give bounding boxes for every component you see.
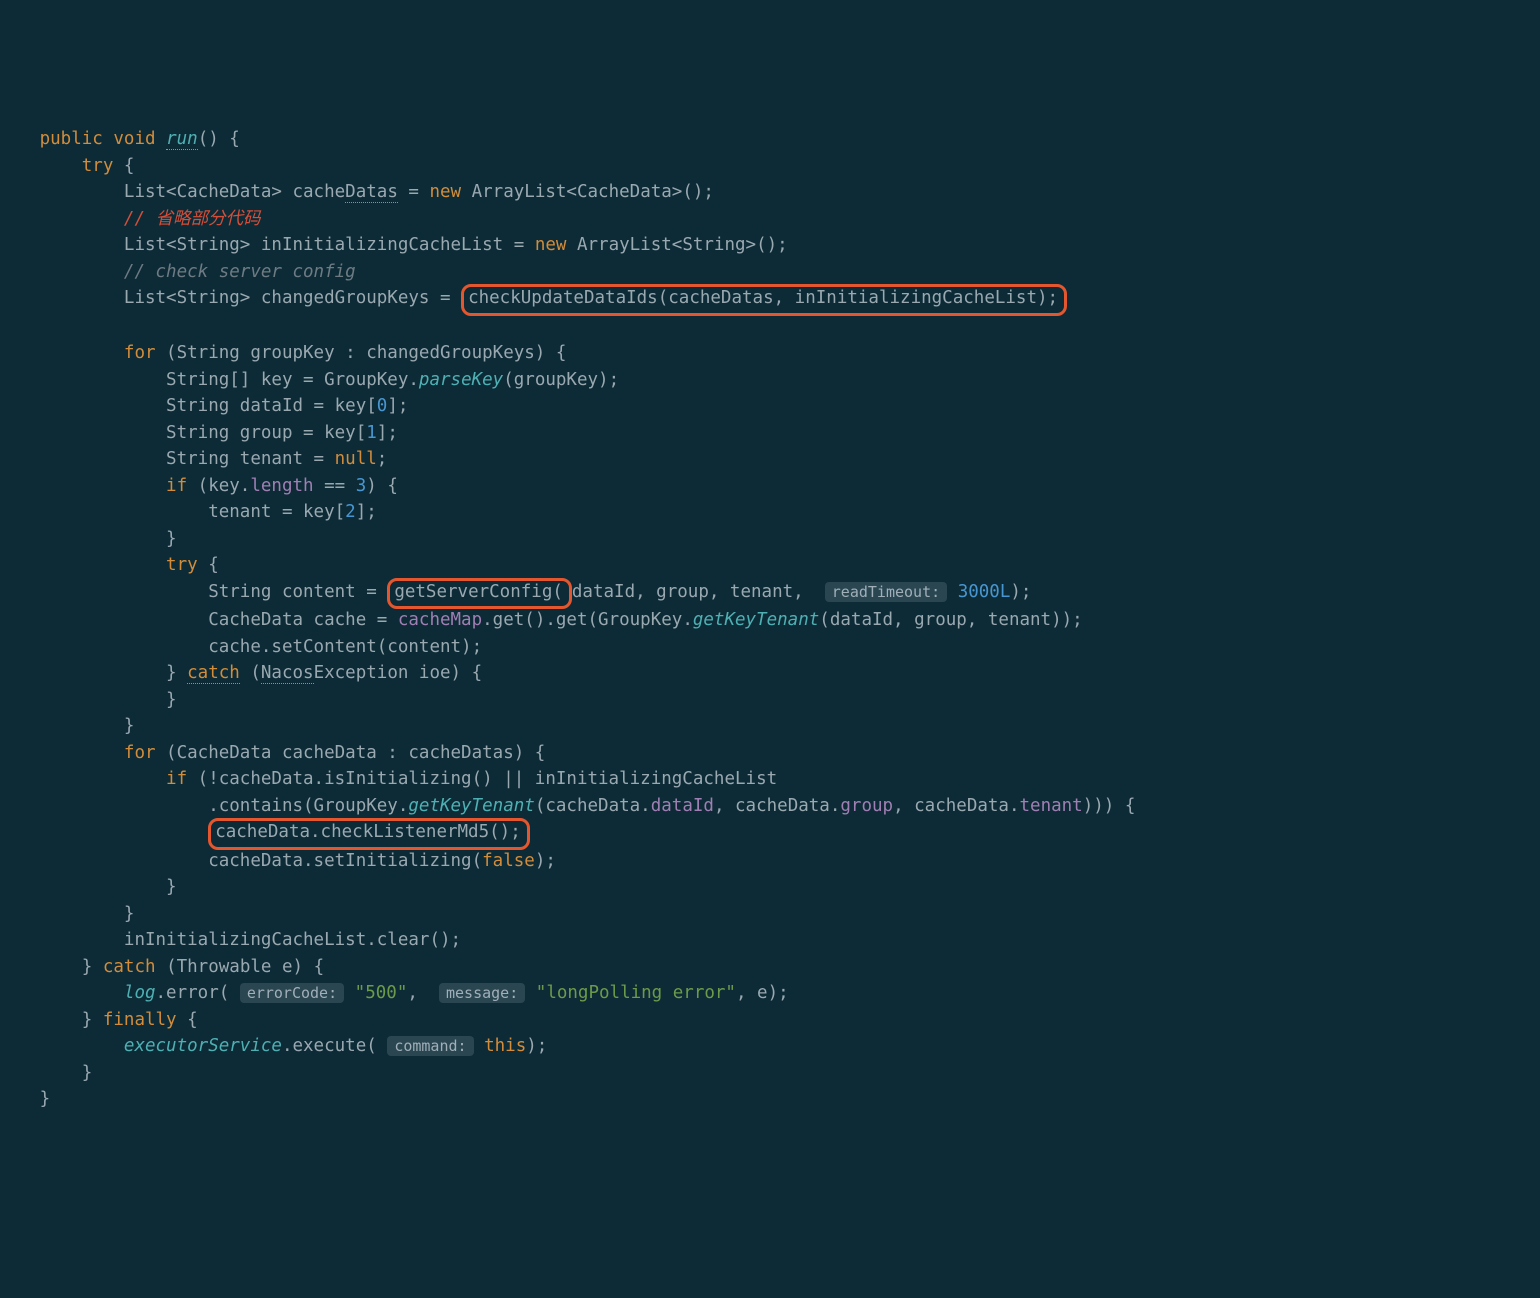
code-line: // 省略部分代码 (8, 206, 1540, 233)
code-line: if (!cacheData.isInitializing() || inIni… (8, 766, 1540, 793)
code-line: List<String> inInitializingCacheList = n… (8, 232, 1540, 259)
code-line: cacheData.checkListenerMd5(); (8, 819, 1540, 848)
code-line: executorService.execute( command: this); (8, 1033, 1540, 1060)
code-line: } catch (NacosException ioe) { (8, 660, 1540, 687)
code-line: String[] key = GroupKey.parseKey(groupKe… (8, 367, 1540, 394)
code-line: if (key.length == 3) { (8, 473, 1540, 500)
param-hint: readTimeout: (825, 582, 947, 602)
code-line: // check server config (8, 259, 1540, 286)
code-line: } (8, 901, 1540, 928)
code-line: CacheData cache = cacheMap.get().get(Gro… (8, 607, 1540, 634)
code-line (8, 314, 1540, 341)
code-line: String content = getServerConfig(dataId,… (8, 579, 1540, 608)
code-line: } (8, 1060, 1540, 1087)
code-line: String group = key[1]; (8, 420, 1540, 447)
code-line: } (8, 713, 1540, 740)
code-line: log.error( errorCode: "500", message: "l… (8, 980, 1540, 1007)
code-line: String dataId = key[0]; (8, 393, 1540, 420)
code-line: } catch (Throwable e) { (8, 954, 1540, 981)
code-line: try { (8, 153, 1540, 180)
param-hint: errorCode: (240, 983, 344, 1003)
code-line: } (8, 687, 1540, 714)
code-line: for (String groupKey : changedGroupKeys)… (8, 340, 1540, 367)
code-line: .contains(GroupKey.getKeyTenant(cacheDat… (8, 793, 1540, 820)
param-hint: command: (387, 1036, 473, 1056)
code-line: cacheData.setInitializing(false); (8, 848, 1540, 875)
code-line: tenant = key[2]; (8, 499, 1540, 526)
code-line: } (8, 1086, 1540, 1113)
code-line: for (CacheData cacheData : cacheDatas) { (8, 740, 1540, 767)
code-line: inInitializingCacheList.clear(); (8, 927, 1540, 954)
code-line: } (8, 526, 1540, 553)
code-line: List<CacheData> cacheDatas = new ArrayLi… (8, 179, 1540, 206)
highlight-checkListenerMd5: cacheData.checkListenerMd5(); (208, 818, 530, 850)
code-line: public void run() { (8, 126, 1540, 153)
code-editor[interactable]: public void run() { try { List<CacheData… (8, 126, 1540, 1113)
code-line: } finally { (8, 1007, 1540, 1034)
code-line: String tenant = null; (8, 446, 1540, 473)
param-hint: message: (439, 983, 525, 1003)
code-line: } (8, 874, 1540, 901)
code-line: List<String> changedGroupKeys = checkUpd… (8, 285, 1540, 314)
highlight-checkUpdateDataIds: checkUpdateDataIds(cacheDatas, inInitial… (461, 284, 1067, 316)
highlight-getServerConfig: getServerConfig( (387, 578, 572, 610)
code-line: cache.setContent(content); (8, 634, 1540, 661)
code-line: try { (8, 552, 1540, 579)
